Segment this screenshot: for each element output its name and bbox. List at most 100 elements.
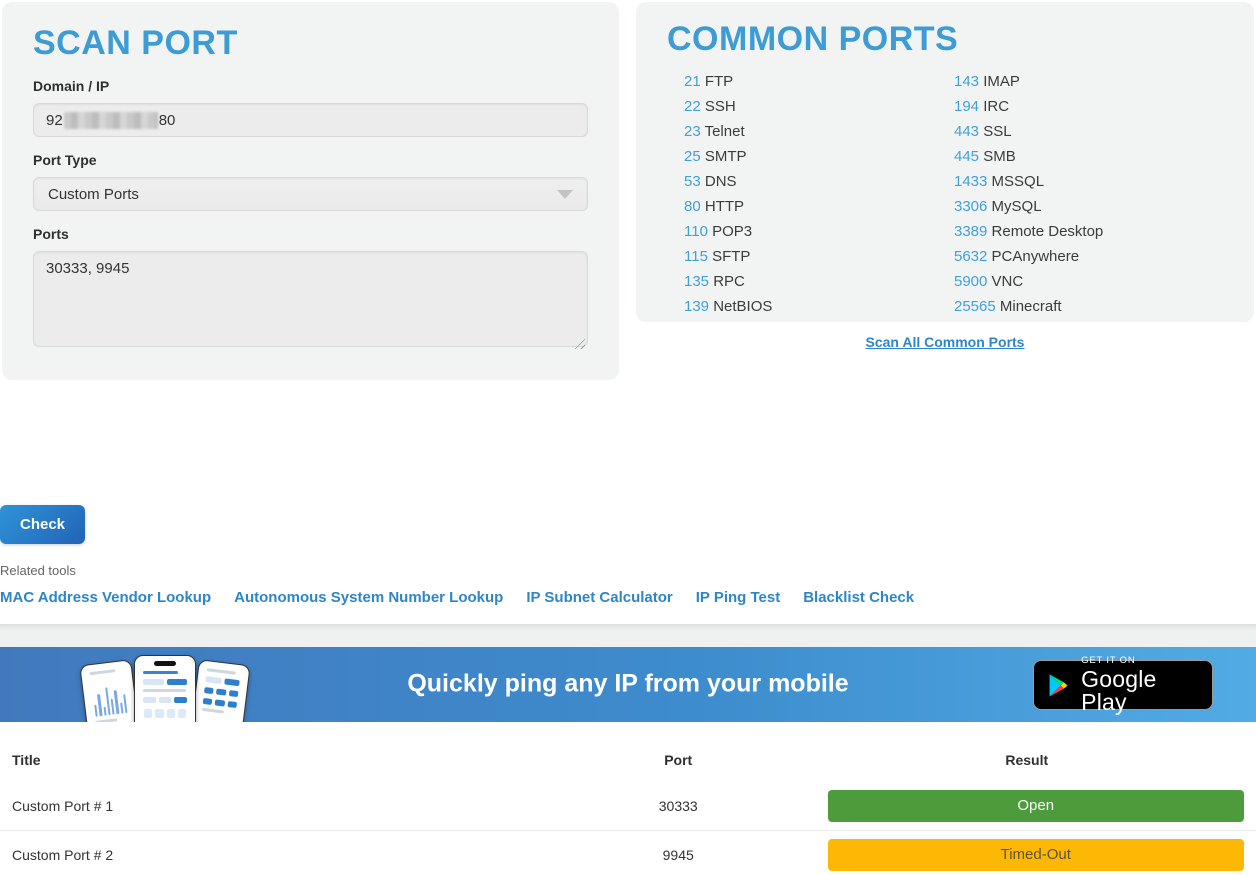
common-port-item: 80 HTTP bbox=[684, 194, 937, 219]
common-port-number-link[interactable]: 53 bbox=[684, 173, 701, 190]
common-port-item: 135 RPC bbox=[684, 269, 937, 294]
common-port-item: 143 IMAP bbox=[954, 69, 1207, 94]
common-ports-panel: COMMON PORTS 21 FTP22 SSH23 Telnet25 SMT… bbox=[636, 2, 1254, 322]
common-port-item: 5632 PCAnywhere bbox=[954, 244, 1207, 269]
common-port-number-link[interactable]: 80 bbox=[684, 198, 701, 215]
google-play-get-it-on-text: GET IT ON bbox=[1081, 656, 1200, 666]
related-tool-link[interactable]: IP Ping Test bbox=[696, 589, 780, 606]
result-port: 9945 bbox=[559, 847, 798, 863]
common-port-number-link[interactable]: 3306 bbox=[954, 198, 987, 215]
ports-textarea[interactable]: 30333, 9945 bbox=[33, 251, 588, 347]
mobile-app-banner: Quickly ping any IP from your mobile GET… bbox=[0, 647, 1256, 722]
common-port-number-link[interactable]: 5900 bbox=[954, 273, 987, 290]
result-status-badge: Open bbox=[828, 790, 1244, 822]
related-tool-link[interactable]: Blacklist Check bbox=[803, 589, 914, 606]
common-ports-column-left: 21 FTP22 SSH23 Telnet25 SMTP53 DNS80 HTT… bbox=[667, 69, 937, 319]
common-port-name: POP3 bbox=[708, 223, 752, 240]
scan-results-table: Title Port Result Custom Port # 130333 Op… bbox=[0, 722, 1256, 875]
common-port-number-link[interactable]: 443 bbox=[954, 123, 979, 140]
common-port-name: HTTP bbox=[701, 198, 744, 215]
result-row: Custom Port # 130333 Open bbox=[0, 782, 1256, 831]
result-row: Custom Port # 29945 Timed-Out bbox=[0, 831, 1256, 875]
common-port-name: FTP bbox=[701, 73, 734, 90]
result-title: Custom Port # 2 bbox=[0, 847, 559, 863]
common-port-item: 194 IRC bbox=[954, 94, 1207, 119]
common-port-item: 115 SFTP bbox=[684, 244, 937, 269]
common-port-item: 25565 Minecraft bbox=[954, 294, 1207, 319]
domain-input[interactable]: 9280 bbox=[33, 103, 588, 137]
related-tool-link[interactable]: Autonomous System Number Lookup bbox=[234, 589, 503, 606]
common-port-name: Minecraft bbox=[996, 298, 1062, 315]
common-port-number-link[interactable]: 5632 bbox=[954, 248, 987, 265]
common-port-item: 110 POP3 bbox=[684, 219, 937, 244]
common-port-name: SMTP bbox=[701, 148, 747, 165]
section-divider-strip bbox=[0, 624, 1256, 647]
common-port-number-link[interactable]: 25 bbox=[684, 148, 701, 165]
google-play-name-text: Google Play bbox=[1081, 668, 1200, 714]
scan-port-title: SCAN PORT bbox=[33, 24, 588, 63]
common-port-name: SMB bbox=[979, 148, 1016, 165]
common-port-item: 53 DNS bbox=[684, 169, 937, 194]
common-port-item: 23 Telnet bbox=[684, 119, 937, 144]
related-tools-label: Related tools bbox=[0, 563, 1256, 578]
scan-port-panel: SCAN PORT Domain / IP 9280 Port Type Cus… bbox=[2, 2, 619, 380]
common-port-item: 22 SSH bbox=[684, 94, 937, 119]
result-port: 30333 bbox=[559, 798, 798, 814]
ports-label: Ports bbox=[33, 226, 588, 242]
common-port-number-link[interactable]: 3389 bbox=[954, 223, 987, 240]
related-tool-link[interactable]: MAC Address Vendor Lookup bbox=[0, 589, 211, 606]
common-port-number-link[interactable]: 1433 bbox=[954, 173, 987, 190]
common-port-item: 21 FTP bbox=[684, 69, 937, 94]
result-title: Custom Port # 1 bbox=[0, 798, 559, 814]
check-button[interactable]: Check bbox=[0, 505, 85, 544]
port-type-label: Port Type bbox=[33, 152, 588, 168]
common-port-number-link[interactable]: 21 bbox=[684, 73, 701, 90]
top-section: SCAN PORT Domain / IP 9280 Port Type Cus… bbox=[0, 0, 1256, 380]
common-port-item: 3389 Remote Desktop bbox=[954, 219, 1207, 244]
google-play-badge[interactable]: GET IT ON Google Play bbox=[1033, 660, 1213, 710]
port-type-select[interactable]: Custom Ports bbox=[33, 177, 588, 211]
common-port-number-link[interactable]: 143 bbox=[954, 73, 979, 90]
common-port-number-link[interactable]: 23 bbox=[684, 123, 701, 140]
header-title: Title bbox=[0, 752, 559, 768]
common-port-name: MSSQL bbox=[987, 173, 1044, 190]
related-tool-link[interactable]: IP Subnet Calculator bbox=[526, 589, 672, 606]
common-port-name: MySQL bbox=[987, 198, 1041, 215]
common-ports-column-right: 143 IMAP194 IRC443 SSL445 SMB1433 MSSQL3… bbox=[937, 69, 1207, 319]
common-port-name: PCAnywhere bbox=[987, 248, 1079, 265]
common-port-number-link[interactable]: 115 bbox=[684, 248, 708, 265]
common-port-number-link[interactable]: 135 bbox=[684, 273, 709, 290]
common-port-number-link[interactable]: 445 bbox=[954, 148, 979, 165]
common-port-name: IRC bbox=[979, 98, 1009, 115]
phone-mockup-center bbox=[134, 655, 196, 722]
phone-notch bbox=[154, 661, 176, 666]
chevron-down-icon bbox=[557, 190, 573, 199]
common-port-item: 443 SSL bbox=[954, 119, 1207, 144]
scan-all-common-ports-link[interactable]: Scan All Common Ports bbox=[866, 334, 1025, 350]
related-tools-links: MAC Address Vendor Lookup Autonomous Syst… bbox=[0, 589, 1256, 606]
common-port-name: NetBIOS bbox=[709, 298, 772, 315]
common-port-item: 139 NetBIOS bbox=[684, 294, 937, 319]
common-port-name: Remote Desktop bbox=[987, 223, 1103, 240]
common-port-number-link[interactable]: 139 bbox=[684, 298, 709, 315]
common-port-name: SSL bbox=[979, 123, 1012, 140]
common-port-name: VNC bbox=[987, 273, 1023, 290]
common-ports-title: COMMON PORTS bbox=[667, 20, 1223, 59]
result-status-badge: Timed-Out bbox=[828, 839, 1244, 871]
domain-redacted-blur bbox=[64, 112, 158, 129]
common-port-name: RPC bbox=[709, 273, 745, 290]
common-port-item: 445 SMB bbox=[954, 144, 1207, 169]
common-port-name: IMAP bbox=[979, 73, 1020, 90]
google-play-icon bbox=[1046, 672, 1071, 699]
common-port-number-link[interactable]: 25565 bbox=[954, 298, 996, 315]
common-port-name: SSH bbox=[701, 98, 736, 115]
header-result: Result bbox=[798, 752, 1256, 768]
common-port-number-link[interactable]: 22 bbox=[684, 98, 701, 115]
common-port-item: 5900 VNC bbox=[954, 269, 1207, 294]
common-port-number-link[interactable]: 194 bbox=[954, 98, 979, 115]
common-port-name: SFTP bbox=[708, 248, 751, 265]
common-port-name: Telnet bbox=[701, 123, 745, 140]
common-port-number-link[interactable]: 110 bbox=[684, 223, 708, 240]
port-type-selected-value: Custom Ports bbox=[48, 186, 139, 203]
header-port: Port bbox=[559, 752, 798, 768]
